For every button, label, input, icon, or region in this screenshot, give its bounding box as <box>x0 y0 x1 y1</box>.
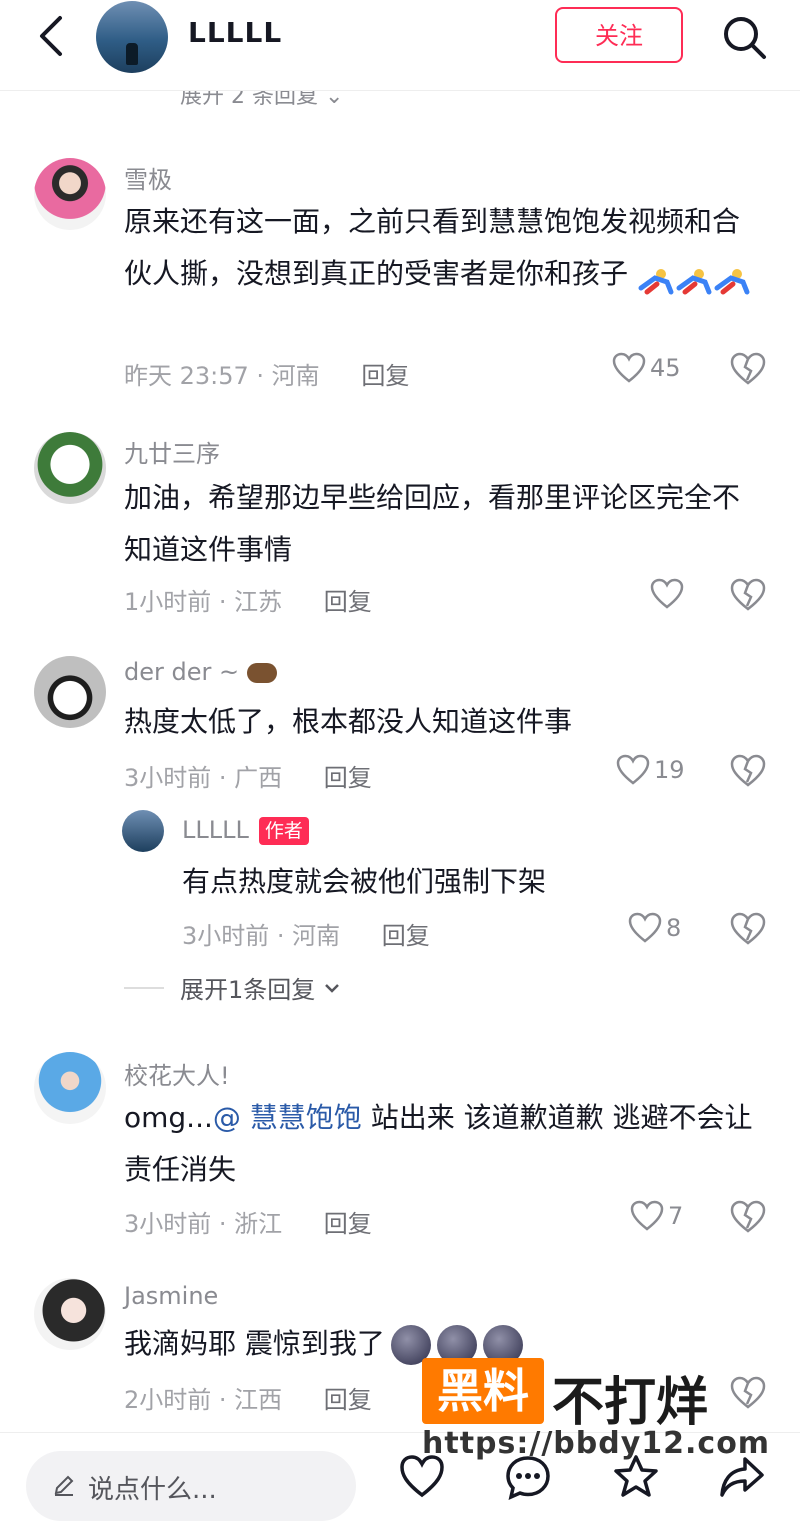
comment-text-content: 我滴妈耶 震惊到我了 <box>124 1327 385 1360</box>
comment-text: 热度太低了，根本都没人知道这件事 <box>124 705 573 738</box>
broken-heart-icon[interactable] <box>730 578 766 614</box>
like-button[interactable]: 19 <box>616 754 685 786</box>
watermark-box: 黑料 <box>422 1358 544 1424</box>
commenter-avatar[interactable] <box>34 656 106 728</box>
reply-button[interactable]: 回复 <box>324 1210 372 1238</box>
reply-username[interactable]: LLLLL <box>182 816 249 844</box>
like-count: 7 <box>668 1202 684 1230</box>
divider <box>124 986 164 989</box>
watermark-url: https://bbdy12.com <box>422 1426 771 1461</box>
top-bar: LLLLL 关注 <box>0 0 800 91</box>
running-emoji-icon <box>675 261 713 295</box>
author-badge: 作者 <box>258 817 309 845</box>
back-arrow-icon[interactable] <box>30 12 74 60</box>
search-icon[interactable] <box>720 14 770 62</box>
broken-heart-icon[interactable] <box>730 1200 766 1236</box>
comment-text: 加油，希望那边早些给回应，看那里评论区完全不知道这件事情 <box>124 481 741 566</box>
running-emoji-icon <box>637 261 675 295</box>
comment-meta: 1小时前 · 江苏 回复 <box>124 582 372 617</box>
comment-username[interactable]: 雪极 <box>124 160 172 195</box>
comment-username[interactable]: der der ~ <box>124 658 277 686</box>
reply-text: 有点热度就会被他们强制下架 <box>182 865 547 898</box>
chevron-down-icon <box>325 983 340 993</box>
broken-heart-icon[interactable] <box>730 754 766 790</box>
reply-username-row: LLLLL 作者 <box>182 816 309 845</box>
reply-button[interactable]: 回复 <box>324 764 372 792</box>
reply-button[interactable]: 回复 <box>324 588 372 616</box>
commenter-avatar[interactable] <box>34 158 106 230</box>
comment-time-location: 3小时前 · 广西 <box>124 764 283 792</box>
comment-time-location: 3小时前 · 浙江 <box>124 1210 283 1238</box>
expand-replies-button[interactable]: 展开1条回复 <box>124 970 343 1005</box>
heart-icon <box>616 754 650 785</box>
heart-icon <box>630 1200 664 1231</box>
comment-username[interactable]: Jasmine <box>124 1282 218 1310</box>
broken-heart-icon[interactable] <box>730 1376 766 1412</box>
reply-button[interactable]: 回复 <box>382 922 430 950</box>
like-button[interactable]: 8 <box>628 912 681 944</box>
comment-username[interactable]: 九廿三序 <box>124 434 220 469</box>
comment-time-location: 昨天 23:57 · 河南 <box>124 362 320 390</box>
comment-meta: 3小时前 · 广西 回复 <box>124 758 372 793</box>
expand-replies-label: 展开1条回复 <box>180 976 316 1004</box>
comment-meta: 2小时前 · 江西 回复 <box>124 1380 372 1415</box>
heart-icon <box>650 578 684 609</box>
comment-input-placeholder: 说点什么... <box>88 1475 217 1505</box>
heart-icon <box>612 352 646 383</box>
like-count: 19 <box>654 756 685 784</box>
reply-time-location: 3小时前 · 河南 <box>182 922 341 950</box>
mention-link[interactable]: @ 慧慧饱饱 <box>213 1101 362 1134</box>
like-count: 8 <box>666 914 682 942</box>
comment-time-location: 2小时前 · 江西 <box>124 1386 283 1414</box>
broken-heart-icon[interactable] <box>730 912 766 948</box>
comment-text: 原来还有这一面，之前只看到慧慧饱饱发视频和合伙人撕，没想到真正的受害者是你和孩子 <box>124 196 764 300</box>
follow-button[interactable]: 关注 <box>555 7 683 63</box>
running-emoji-icon <box>713 261 751 295</box>
heart-icon <box>628 912 662 943</box>
like-button[interactable]: 45 <box>612 352 681 384</box>
commenter-avatar[interactable] <box>34 1052 106 1124</box>
reply-avatar[interactable] <box>122 810 164 852</box>
commenter-avatar[interactable] <box>34 1278 106 1350</box>
comment-meta: 昨天 23:57 · 河南 回复 <box>124 356 409 391</box>
comment-username-text: der der ~ <box>124 658 240 686</box>
comment-meta: 3小时前 · 浙江 回复 <box>124 1204 372 1239</box>
reply-meta: 3小时前 · 河南 回复 <box>182 916 430 951</box>
like-count: 45 <box>650 354 681 382</box>
comment-username[interactable]: 校花大人! <box>124 1056 230 1091</box>
comment-text: omg...@ 慧慧饱饱 站出来 该道歉道歉 逃避不会让责任消失 <box>124 1092 764 1196</box>
pen-icon <box>54 1475 74 1496</box>
watermark-text: 不打烊 <box>552 1373 709 1433</box>
otter-emoji-icon <box>246 663 277 683</box>
broken-heart-icon[interactable] <box>730 352 766 388</box>
comment-time-location: 1小时前 · 江苏 <box>124 588 283 616</box>
profile-avatar[interactable] <box>96 1 168 73</box>
reply-button[interactable]: 回复 <box>324 1386 372 1414</box>
commenter-avatar[interactable] <box>34 432 106 504</box>
comment-text-prefix: omg... <box>124 1101 213 1134</box>
profile-username[interactable]: LLLLL <box>188 16 282 49</box>
like-button[interactable]: 7 <box>630 1200 683 1232</box>
reply-button[interactable]: 回复 <box>361 362 409 390</box>
comment-input[interactable]: 说点什么... <box>26 1451 356 1521</box>
like-button[interactable] <box>650 578 688 610</box>
